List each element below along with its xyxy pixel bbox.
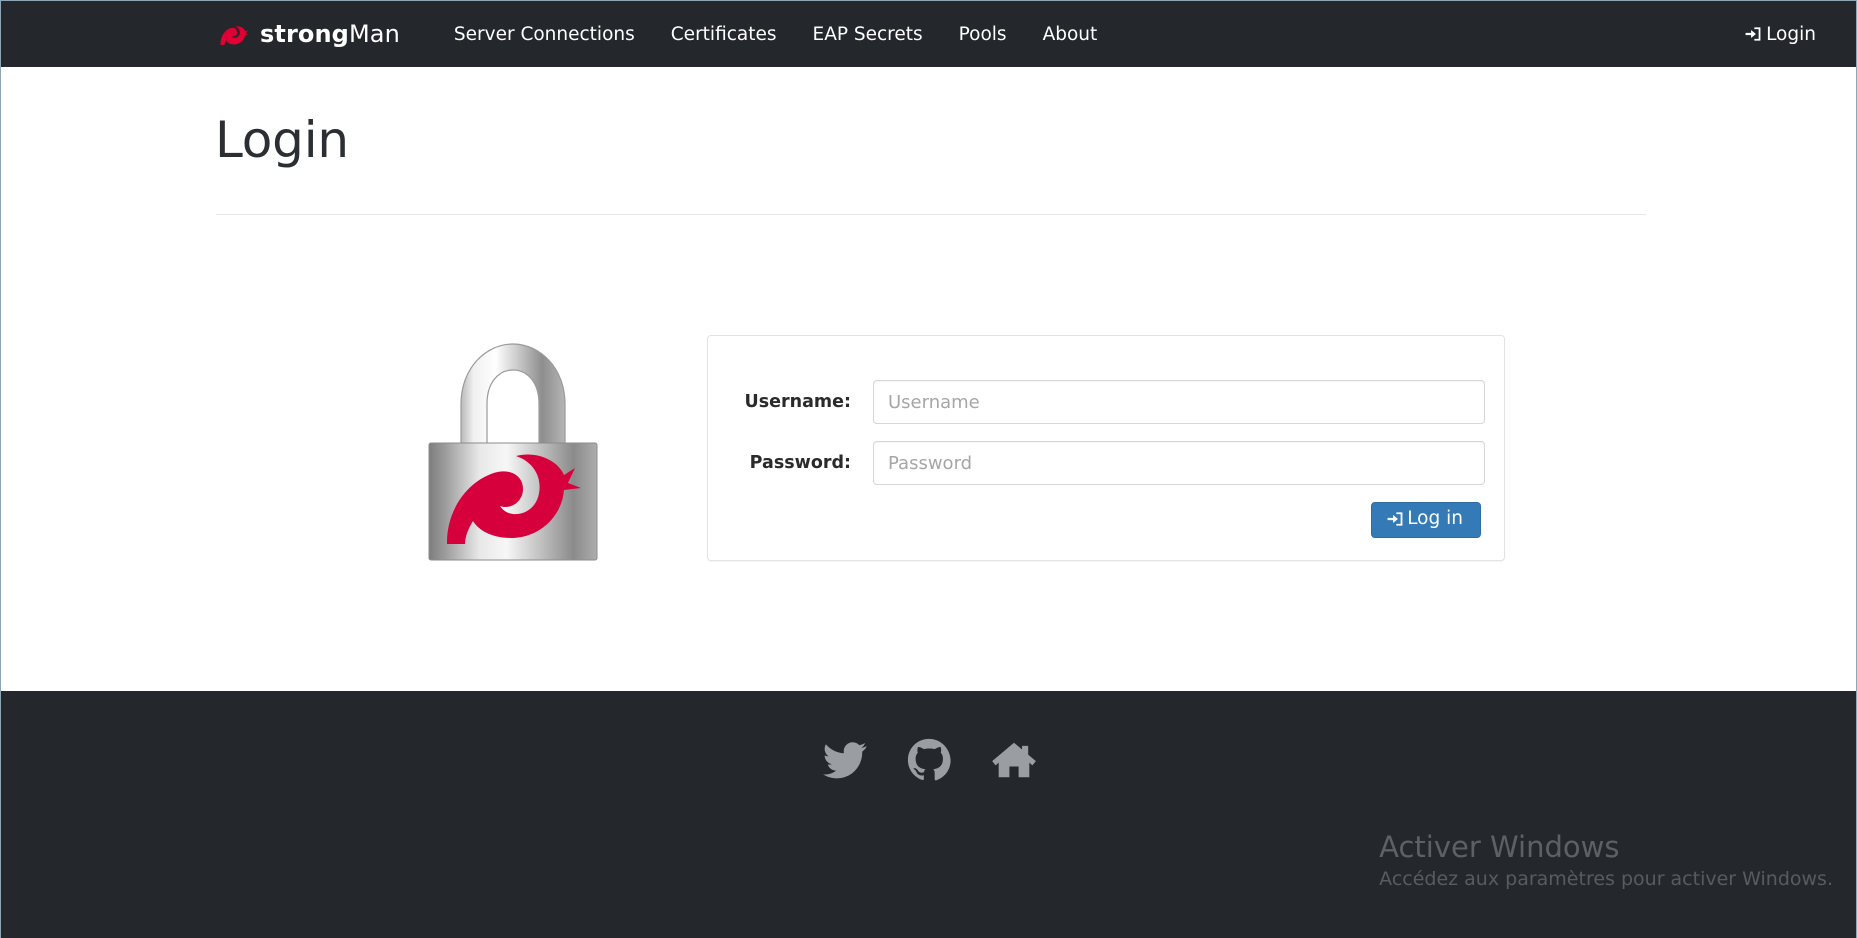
home-link[interactable] — [991, 737, 1037, 783]
title-divider — [216, 214, 1646, 215]
nav-item-certificates[interactable]: Certificates — [653, 1, 795, 67]
log-in-button-label: Log in — [1407, 508, 1463, 529]
nav-item-about[interactable]: About — [1025, 1, 1116, 67]
top-navbar: strongMan Server Connections Certificate… — [1, 1, 1856, 67]
page-title: Login — [215, 111, 349, 169]
nav-item-pools[interactable]: Pools — [941, 1, 1025, 67]
sign-in-icon — [1744, 25, 1762, 43]
brand-title-light: Man — [348, 20, 400, 48]
sign-in-icon — [1386, 510, 1404, 528]
password-input[interactable] — [873, 441, 1485, 485]
login-form-panel: Username: Password: Log in — [707, 335, 1505, 561]
page-footer: Copyright © 2016 strongSwan — [1, 691, 1856, 938]
nav-list-item: EAP Secrets — [795, 1, 941, 67]
brand-title: strongMan — [260, 20, 400, 48]
log-in-button[interactable]: Log in — [1371, 502, 1481, 538]
brand-title-bold: strong — [260, 20, 349, 48]
nav-list-item: Pools — [941, 1, 1025, 67]
github-link[interactable] — [907, 738, 951, 782]
nav-list-item: Certificates — [653, 1, 795, 67]
username-form-row: Username: — [708, 380, 1506, 424]
twitter-icon — [822, 738, 867, 782]
nav-item-server-connections[interactable]: Server Connections — [436, 1, 653, 67]
form-actions-row: Log in — [708, 502, 1506, 538]
username-label: Username: — [744, 392, 852, 412]
browser-page: strongMan Server Connections Certificate… — [0, 0, 1857, 938]
main-content: Login Username: Username Password: Log i… — [1, 67, 1856, 691]
social-links — [1, 737, 1856, 783]
navbar-right-section: Login — [1730, 1, 1830, 67]
username-input[interactable] — [873, 380, 1485, 424]
nav-list-item: Server Connections — [436, 1, 653, 67]
github-icon — [907, 738, 951, 782]
brand-logo-link[interactable]: strongMan — [219, 20, 400, 48]
nav-links-list: Server Connections Certificates EAP Secr… — [436, 1, 1115, 67]
nav-item-eap-secrets[interactable]: EAP Secrets — [795, 1, 941, 67]
home-icon — [991, 737, 1037, 783]
nav-list-item: About — [1025, 1, 1116, 67]
strongswan-logo-icon — [219, 21, 249, 47]
padlock-with-strongswan-swan-icon — [413, 332, 613, 564]
twitter-link[interactable] — [822, 738, 867, 782]
nav-login-link[interactable]: Login — [1730, 1, 1830, 67]
password-label: Password: — [749, 453, 851, 473]
password-form-row: Password: — [708, 441, 1506, 485]
nav-login-label: Login — [1766, 23, 1816, 45]
